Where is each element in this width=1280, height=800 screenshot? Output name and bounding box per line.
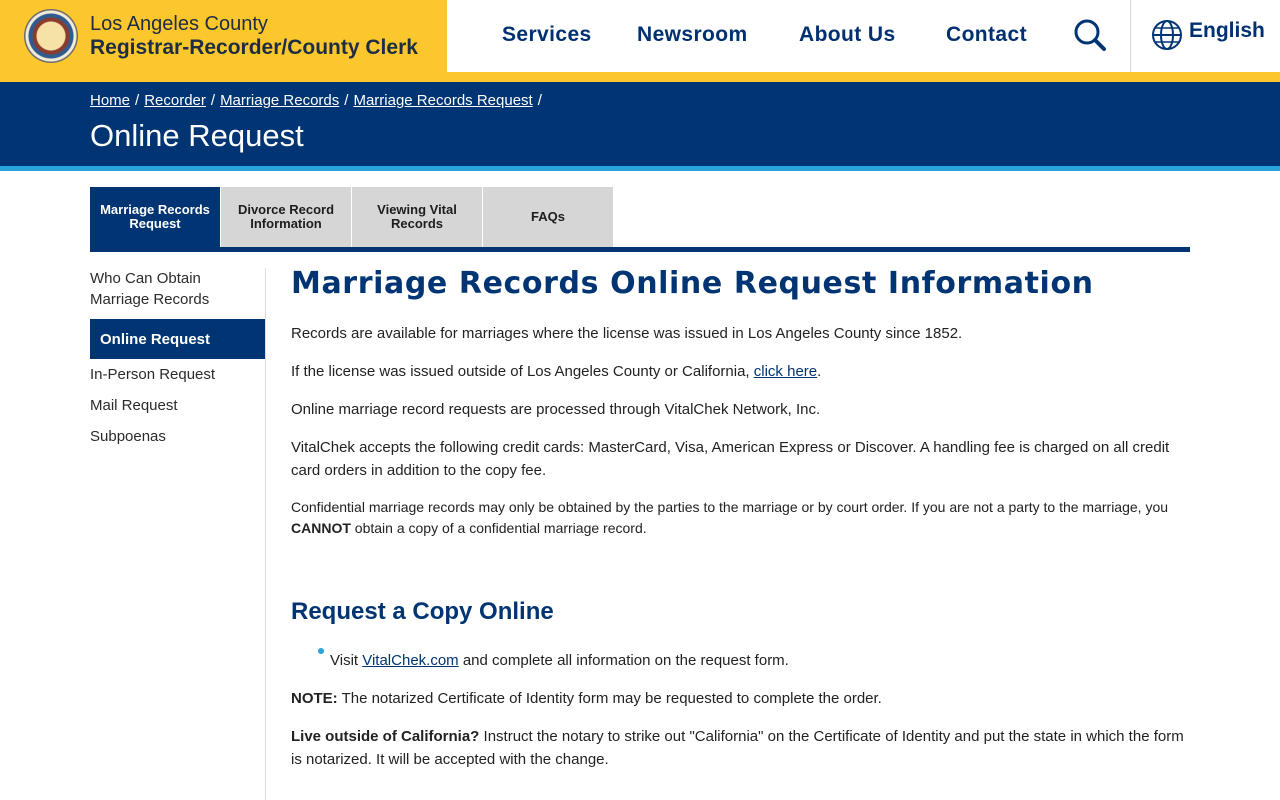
- paragraph-note: NOTE: The notarized Certificate of Ident…: [291, 687, 1186, 710]
- globe-icon: [1152, 20, 1182, 50]
- list-item-visit-vitalchek: Visit VitalChek.com and complete all inf…: [330, 649, 1180, 672]
- list-item-text: and complete all information on the requ…: [458, 652, 789, 669]
- breadcrumb-separator: /: [537, 92, 542, 109]
- sidebar-item-mail-request[interactable]: Mail Request: [90, 395, 265, 416]
- paragraph-confidential: Confidential marriage records may only b…: [291, 497, 1186, 539]
- main-content: Marriage Records Online Request Informat…: [291, 266, 1186, 301]
- sidebar-nav: Who Can Obtain Marriage Records Online R…: [90, 268, 265, 447]
- brand-block[interactable]: Los Angeles County Registrar-Recorder/Co…: [0, 0, 447, 72]
- language-selector[interactable]: English: [1148, 16, 1268, 56]
- brand-department-name: Registrar-Recorder/County Clerk: [90, 36, 418, 59]
- sidebar-item-in-person-request[interactable]: In-Person Request: [90, 364, 265, 385]
- header-yellow-strip: [0, 72, 1280, 82]
- nav-services[interactable]: Services: [502, 0, 592, 72]
- paragraph-text: Confidential marriage records may only b…: [291, 499, 1169, 515]
- paragraph-credit-cards: VitalChek accepts the following credit c…: [291, 439, 1170, 479]
- nav-newsroom[interactable]: Newsroom: [637, 0, 748, 72]
- breadcrumb-recorder[interactable]: Recorder: [144, 92, 206, 109]
- bullet-icon: [318, 648, 324, 654]
- breadcrumb: Home / Recorder / Marriage Records / Marriage …: [90, 92, 547, 109]
- breadcrumb-separator: /: [210, 92, 216, 109]
- header-divider: [1130, 0, 1131, 72]
- paragraph-text: If the license was issued outside of Los…: [291, 363, 754, 380]
- breadcrumb-home[interactable]: Home: [90, 92, 130, 109]
- main-heading: Marriage Records Online Request Informat…: [291, 266, 1094, 301]
- language-label: English: [1189, 19, 1265, 42]
- breadcrumb-separator: /: [135, 92, 140, 109]
- breadcrumb-marriage-records[interactable]: Marriage Records: [220, 92, 339, 109]
- note-text: The notarized Certificate of Identity fo…: [337, 690, 882, 707]
- county-seal-icon: [24, 9, 78, 63]
- paragraph-outside-county: If the license was issued outside of Los…: [291, 360, 1186, 383]
- vitalchek-link[interactable]: VitalChek.com: [362, 652, 458, 669]
- page-title-band-strip: [0, 166, 1280, 171]
- click-here-link[interactable]: click here: [754, 363, 817, 380]
- tab-underline: [90, 247, 1190, 252]
- live-outside-label: Live outside of California?: [291, 728, 480, 745]
- tab-faqs[interactable]: FAQs: [483, 187, 613, 247]
- tab-marriage-records-request[interactable]: Marriage Records Request: [90, 187, 220, 247]
- search-icon: [1074, 19, 1106, 51]
- brand-county-name: Los Angeles County: [90, 13, 268, 35]
- tab-divorce-record-information[interactable]: Divorce Record Information: [221, 187, 351, 247]
- tab-viewing-vital-records[interactable]: Viewing Vital Records: [352, 187, 482, 247]
- section-heading-request-copy: Request a Copy Online: [291, 598, 554, 625]
- paragraph-text: .: [817, 363, 822, 380]
- paragraph-availability: Records are available for marriages wher…: [291, 325, 963, 342]
- sidebar-divider: [265, 268, 266, 800]
- paragraph-text: obtain a copy of a confidential marriage…: [350, 520, 647, 536]
- nav-about-us[interactable]: About Us: [799, 0, 896, 72]
- paragraph-vitalchek: Online marriage record requests are proc…: [291, 401, 821, 418]
- paragraph-live-outside: Live outside of California? Instruct the…: [291, 725, 1186, 771]
- breadcrumb-separator: /: [344, 92, 349, 109]
- sidebar-item-online-request[interactable]: Online Request: [90, 319, 265, 359]
- site-header: Los Angeles County Registrar-Recorder/Co…: [0, 0, 1280, 82]
- note-label: NOTE:: [291, 690, 338, 707]
- page-title: Online Request: [90, 118, 304, 153]
- list-item-text: Visit: [330, 652, 363, 669]
- breadcrumb-marriage-records-request[interactable]: Marriage Records Request: [353, 92, 532, 109]
- cannot-emphasis: CANNOT: [291, 520, 351, 536]
- sidebar-item-subpoenas[interactable]: Subpoenas: [90, 426, 265, 447]
- search-button[interactable]: [1070, 16, 1110, 56]
- nav-contact[interactable]: Contact: [946, 0, 1027, 72]
- sidebar-item-who-can-obtain[interactable]: Who Can Obtain Marriage Records: [90, 268, 220, 310]
